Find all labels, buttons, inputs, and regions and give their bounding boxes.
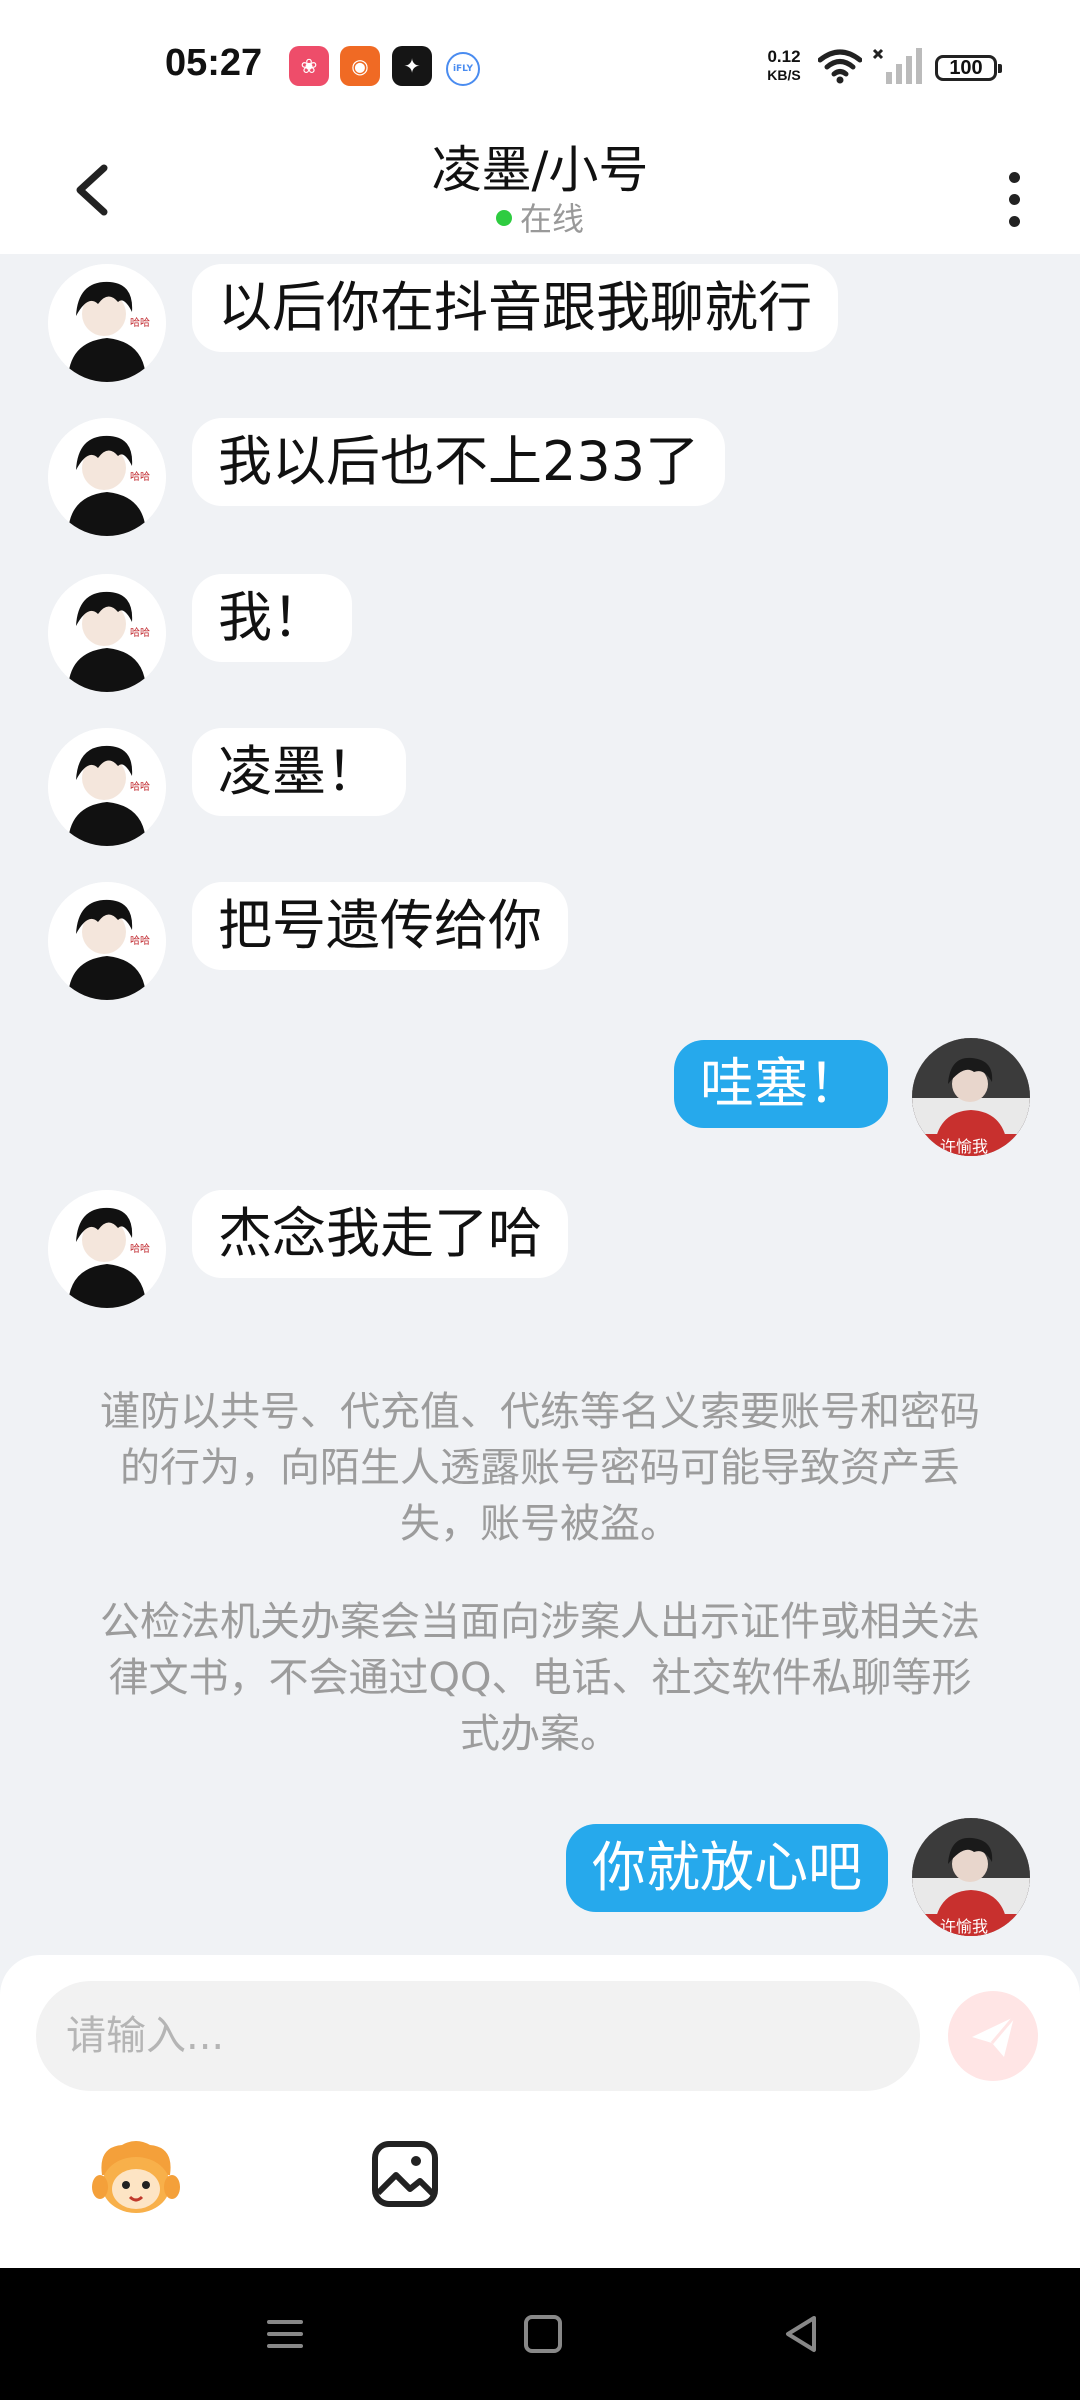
image-picker-button[interactable] [370, 2139, 440, 2209]
network-speed-value: 0.12 [767, 47, 801, 66]
online-status-label: 在线 [519, 200, 584, 238]
status-bar: 05:27 ❀ ◉ ✦ iFLY 0.12 KB/S 100 [0, 0, 1080, 130]
online-dot-icon [495, 210, 512, 226]
svg-text:哈哈: 哈哈 [130, 470, 150, 483]
security-notice: 谨防以共号、代充值、代练等名义索要账号和密码的行为，向陌生人透露账号密码可能导致… [100, 1389, 980, 1547]
contact-name: 凌墨/小号 [431, 141, 649, 199]
svg-text:哈哈: 哈哈 [130, 1242, 150, 1255]
incoming-message-bubble[interactable]: 我以后也不上233了 [192, 418, 726, 506]
chat-message-list: 哈哈 以后你在抖音跟我聊就行 哈哈 我以后也不上233了 哈哈 我！ 哈哈 凌墨… [0, 254, 1080, 1954]
more-dot-icon [1009, 194, 1020, 205]
wifi-icon [818, 49, 862, 84]
contact-avatar[interactable]: 哈哈 [48, 728, 166, 846]
home-icon[interactable] [517, 2308, 569, 2360]
back-nav-icon[interactable] [776, 2308, 828, 2360]
contact-avatar-image: 哈哈 [48, 264, 166, 382]
contact-avatar-image: 哈哈 [48, 1190, 166, 1308]
contact-avatar[interactable]: 哈哈 [48, 574, 166, 692]
contact-avatar-image: 哈哈 [48, 574, 166, 692]
pink-app-icon: ❀ [289, 46, 329, 86]
user-avatar-image: 许愉我 [912, 1818, 1030, 1936]
battery-icon: 100 [935, 55, 1002, 81]
contact-avatar[interactable]: 哈哈 [48, 882, 166, 1000]
svg-text:哈哈: 哈哈 [130, 780, 150, 793]
status-time: 05:27 [165, 42, 263, 84]
emoji-button[interactable] [92, 2137, 180, 2219]
menu-icon[interactable] [259, 2308, 311, 2360]
black-app-icon: ✦ [392, 46, 432, 86]
svg-text:哈哈: 哈哈 [130, 934, 150, 947]
chat-header: 凌墨/小号 在线 [0, 130, 1080, 254]
user-avatar[interactable]: 许愉我 [912, 1818, 1030, 1936]
network-speed-unit: KB/S [767, 67, 801, 83]
online-status: 在线 [0, 194, 1080, 240]
more-dot-icon [1009, 172, 1020, 183]
orange-app-icon: ◉ [340, 46, 380, 86]
image-icon [372, 2141, 438, 2207]
svg-text:许愉我: 许愉我 [940, 1917, 988, 1936]
contact-avatar[interactable]: 哈哈 [48, 418, 166, 536]
user-avatar-image: 许愉我 [912, 1038, 1030, 1156]
outgoing-message-bubble[interactable]: 你就放心吧 [566, 1824, 888, 1912]
system-nav-bar [0, 2268, 1080, 2400]
incoming-message-bubble[interactable]: 以后你在抖音跟我聊就行 [192, 264, 838, 352]
outgoing-message-bubble[interactable]: 哇塞！ [674, 1040, 888, 1128]
contact-avatar[interactable]: 哈哈 [48, 1190, 166, 1308]
send-icon [972, 2016, 1016, 2057]
network-speed: 0.12 KB/S [760, 48, 808, 84]
security-notice: 公检法机关办案会当面向涉案人出示证件或相关法律文书，不会通过QQ、电话、社交软件… [100, 1599, 980, 1757]
signal-icon [872, 48, 922, 84]
contact-avatar-image: 哈哈 [48, 418, 166, 536]
incoming-message-bubble[interactable]: 凌墨！ [192, 728, 406, 816]
incoming-message-bubble[interactable]: 我！ [192, 574, 352, 662]
incoming-message-bubble[interactable]: 把号遗传给你 [192, 882, 568, 970]
message-input[interactable] [36, 1981, 920, 2091]
contact-avatar[interactable]: 哈哈 [48, 264, 166, 382]
mascot-emoji-icon [92, 2141, 180, 2213]
svg-text:哈哈: 哈哈 [130, 316, 150, 329]
more-options-button[interactable] [995, 150, 1035, 230]
svg-text:哈哈: 哈哈 [130, 626, 150, 639]
svg-text:许愉我: 许愉我 [940, 1137, 988, 1156]
more-dot-icon [1009, 216, 1020, 227]
send-button[interactable] [948, 1991, 1038, 2081]
input-panel [0, 1955, 1080, 2270]
contact-avatar-image: 哈哈 [48, 882, 166, 1000]
incoming-message-bubble[interactable]: 杰念我走了哈 [192, 1190, 568, 1278]
contact-avatar-image: 哈哈 [48, 728, 166, 846]
user-avatar[interactable]: 许愉我 [912, 1038, 1030, 1156]
ifly-app-icon: iFLY [446, 52, 480, 86]
